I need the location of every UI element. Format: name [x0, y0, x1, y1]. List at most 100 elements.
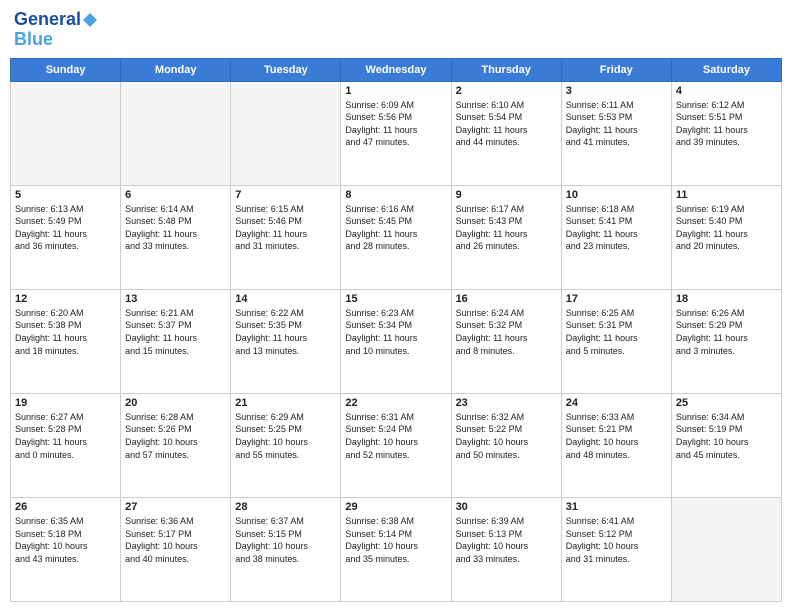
day-number: 18	[676, 293, 777, 305]
day-info: Sunrise: 6:19 AM Sunset: 5:40 PM Dayligh…	[676, 203, 777, 253]
day-number: 27	[125, 501, 226, 513]
calendar-cell: 27 Sunrise: 6:36 AM Sunset: 5:17 PM Dayli…	[121, 497, 231, 601]
day-number: 21	[235, 397, 336, 409]
day-number: 17	[566, 293, 667, 305]
day-info: Sunrise: 6:38 AM Sunset: 5:14 PM Dayligh…	[345, 515, 446, 565]
calendar-cell	[231, 81, 341, 185]
logo: General Blue	[14, 10, 97, 50]
calendar-cell	[671, 497, 781, 601]
calendar-cell: 11 Sunrise: 6:19 AM Sunset: 5:40 PM Dayli…	[671, 185, 781, 289]
logo-text-general: General	[14, 10, 81, 30]
day-info: Sunrise: 6:16 AM Sunset: 5:45 PM Dayligh…	[345, 203, 446, 253]
day-info: Sunrise: 6:41 AM Sunset: 5:12 PM Dayligh…	[566, 515, 667, 565]
day-number: 8	[345, 189, 446, 201]
day-header-sunday: Sunday	[11, 58, 121, 81]
calendar-cell: 2 Sunrise: 6:10 AM Sunset: 5:54 PM Daylig…	[451, 81, 561, 185]
day-info: Sunrise: 6:35 AM Sunset: 5:18 PM Dayligh…	[15, 515, 116, 565]
calendar-cell: 30 Sunrise: 6:39 AM Sunset: 5:13 PM Dayli…	[451, 497, 561, 601]
header: General Blue	[10, 10, 782, 50]
calendar-cell: 22 Sunrise: 6:31 AM Sunset: 5:24 PM Dayli…	[341, 393, 451, 497]
day-info: Sunrise: 6:32 AM Sunset: 5:22 PM Dayligh…	[456, 411, 557, 461]
calendar-cell: 16 Sunrise: 6:24 AM Sunset: 5:32 PM Dayli…	[451, 289, 561, 393]
day-header-saturday: Saturday	[671, 58, 781, 81]
day-info: Sunrise: 6:31 AM Sunset: 5:24 PM Dayligh…	[345, 411, 446, 461]
day-number: 9	[456, 189, 557, 201]
calendar-cell: 23Sunrise: 6:32 AM Sunset: 5:22 PM Dayli…	[451, 393, 561, 497]
calendar-table: SundayMondayTuesdayWednesdayThursdayFrid…	[10, 58, 782, 602]
calendar-cell: 9 Sunrise: 6:17 AM Sunset: 5:43 PM Daylig…	[451, 185, 561, 289]
calendar-cell: 29 Sunrise: 6:38 AM Sunset: 5:14 PM Dayli…	[341, 497, 451, 601]
day-number: 11	[676, 189, 777, 201]
day-header-friday: Friday	[561, 58, 671, 81]
day-number: 14	[235, 293, 336, 305]
calendar-cell: 14 Sunrise: 6:22 AM Sunset: 5:35 PM Dayli…	[231, 289, 341, 393]
day-info: Sunrise: 6:11 AM Sunset: 5:53 PM Dayligh…	[566, 99, 667, 149]
day-number: 3	[566, 85, 667, 97]
day-info: Sunrise: 6:10 AM Sunset: 5:54 PM Dayligh…	[456, 99, 557, 149]
day-number: 26	[15, 501, 116, 513]
day-number: 29	[345, 501, 446, 513]
day-header-monday: Monday	[121, 58, 231, 81]
day-number: 31	[566, 501, 667, 513]
calendar-cell: 13 Sunrise: 6:21 AM Sunset: 5:37 PM Dayli…	[121, 289, 231, 393]
logo-icon	[83, 13, 97, 27]
day-header-tuesday: Tuesday	[231, 58, 341, 81]
calendar-cell: 15Sunrise: 6:23 AM Sunset: 5:34 PM Dayli…	[341, 289, 451, 393]
day-info: Sunrise: 6:21 AM Sunset: 5:37 PM Dayligh…	[125, 307, 226, 357]
calendar-cell: 28 Sunrise: 6:37 AM Sunset: 5:15 PM Dayli…	[231, 497, 341, 601]
day-info: Sunrise: 6:14 AM Sunset: 5:48 PM Dayligh…	[125, 203, 226, 253]
calendar-cell: 19Sunrise: 6:27 AM Sunset: 5:28 PM Dayli…	[11, 393, 121, 497]
day-info: Sunrise: 6:26 AM Sunset: 5:29 PM Dayligh…	[676, 307, 777, 357]
day-info: Sunrise: 6:20 AM Sunset: 5:38 PM Dayligh…	[15, 307, 116, 357]
day-info: Sunrise: 6:36 AM Sunset: 5:17 PM Dayligh…	[125, 515, 226, 565]
calendar-cell: 8 Sunrise: 6:16 AM Sunset: 5:45 PM Daylig…	[341, 185, 451, 289]
calendar-page: General Blue SundayMondayTuesdayWednesda…	[0, 0, 792, 612]
day-number: 25	[676, 397, 777, 409]
day-number: 24	[566, 397, 667, 409]
calendar-cell: 18 Sunrise: 6:26 AM Sunset: 5:29 PM Dayli…	[671, 289, 781, 393]
day-number: 16	[456, 293, 557, 305]
day-number: 10	[566, 189, 667, 201]
day-header-thursday: Thursday	[451, 58, 561, 81]
day-info: Sunrise: 6:28 AM Sunset: 5:26 PM Dayligh…	[125, 411, 226, 461]
day-number: 5	[15, 189, 116, 201]
calendar-cell: 31 Sunrise: 6:41 AM Sunset: 5:12 PM Dayli…	[561, 497, 671, 601]
day-number: 30	[456, 501, 557, 513]
day-info: Sunrise: 6:13 AM Sunset: 5:49 PM Dayligh…	[15, 203, 116, 253]
day-info: Sunrise: 6:17 AM Sunset: 5:43 PM Dayligh…	[456, 203, 557, 253]
day-info: Sunrise: 6:18 AM Sunset: 5:41 PM Dayligh…	[566, 203, 667, 253]
calendar-cell	[121, 81, 231, 185]
calendar-cell	[11, 81, 121, 185]
day-number: 15	[345, 293, 446, 305]
day-header-wednesday: Wednesday	[341, 58, 451, 81]
calendar-cell: 5 Sunrise: 6:13 AM Sunset: 5:49 PM Daylig…	[11, 185, 121, 289]
day-number: 28	[235, 501, 336, 513]
calendar-cell: 20Sunrise: 6:28 AM Sunset: 5:26 PM Dayli…	[121, 393, 231, 497]
calendar-cell: 12Sunrise: 6:20 AM Sunset: 5:38 PM Dayli…	[11, 289, 121, 393]
calendar-cell: 4 Sunrise: 6:12 AM Sunset: 5:51 PM Daylig…	[671, 81, 781, 185]
day-info: Sunrise: 6:12 AM Sunset: 5:51 PM Dayligh…	[676, 99, 777, 149]
day-number: 13	[125, 293, 226, 305]
day-number: 1	[345, 85, 446, 97]
day-number: 2	[456, 85, 557, 97]
day-info: Sunrise: 6:22 AM Sunset: 5:35 PM Dayligh…	[235, 307, 336, 357]
day-info: Sunrise: 6:15 AM Sunset: 5:46 PM Dayligh…	[235, 203, 336, 253]
day-info: Sunrise: 6:37 AM Sunset: 5:15 PM Dayligh…	[235, 515, 336, 565]
calendar-cell: 6 Sunrise: 6:14 AM Sunset: 5:48 PM Daylig…	[121, 185, 231, 289]
calendar-cell: 7Sunrise: 6:15 AM Sunset: 5:46 PM Daylig…	[231, 185, 341, 289]
day-info: Sunrise: 6:34 AM Sunset: 5:19 PM Dayligh…	[676, 411, 777, 461]
day-info: Sunrise: 6:39 AM Sunset: 5:13 PM Dayligh…	[456, 515, 557, 565]
day-info: Sunrise: 6:29 AM Sunset: 5:25 PM Dayligh…	[235, 411, 336, 461]
day-number: 19	[15, 397, 116, 409]
logo-text-blue: Blue	[14, 30, 53, 50]
calendar-cell: 3 Sunrise: 6:11 AM Sunset: 5:53 PM Daylig…	[561, 81, 671, 185]
day-info: Sunrise: 6:33 AM Sunset: 5:21 PM Dayligh…	[566, 411, 667, 461]
day-number: 6	[125, 189, 226, 201]
day-number: 4	[676, 85, 777, 97]
calendar-cell: 25 Sunrise: 6:34 AM Sunset: 5:19 PM Dayli…	[671, 393, 781, 497]
day-info: Sunrise: 6:24 AM Sunset: 5:32 PM Dayligh…	[456, 307, 557, 357]
calendar-cell: 24 Sunrise: 6:33 AM Sunset: 5:21 PM Dayli…	[561, 393, 671, 497]
day-number: 22	[345, 397, 446, 409]
calendar-cell: 10 Sunrise: 6:18 AM Sunset: 5:41 PM Dayli…	[561, 185, 671, 289]
calendar-cell: 1Sunrise: 6:09 AM Sunset: 5:56 PM Daylig…	[341, 81, 451, 185]
